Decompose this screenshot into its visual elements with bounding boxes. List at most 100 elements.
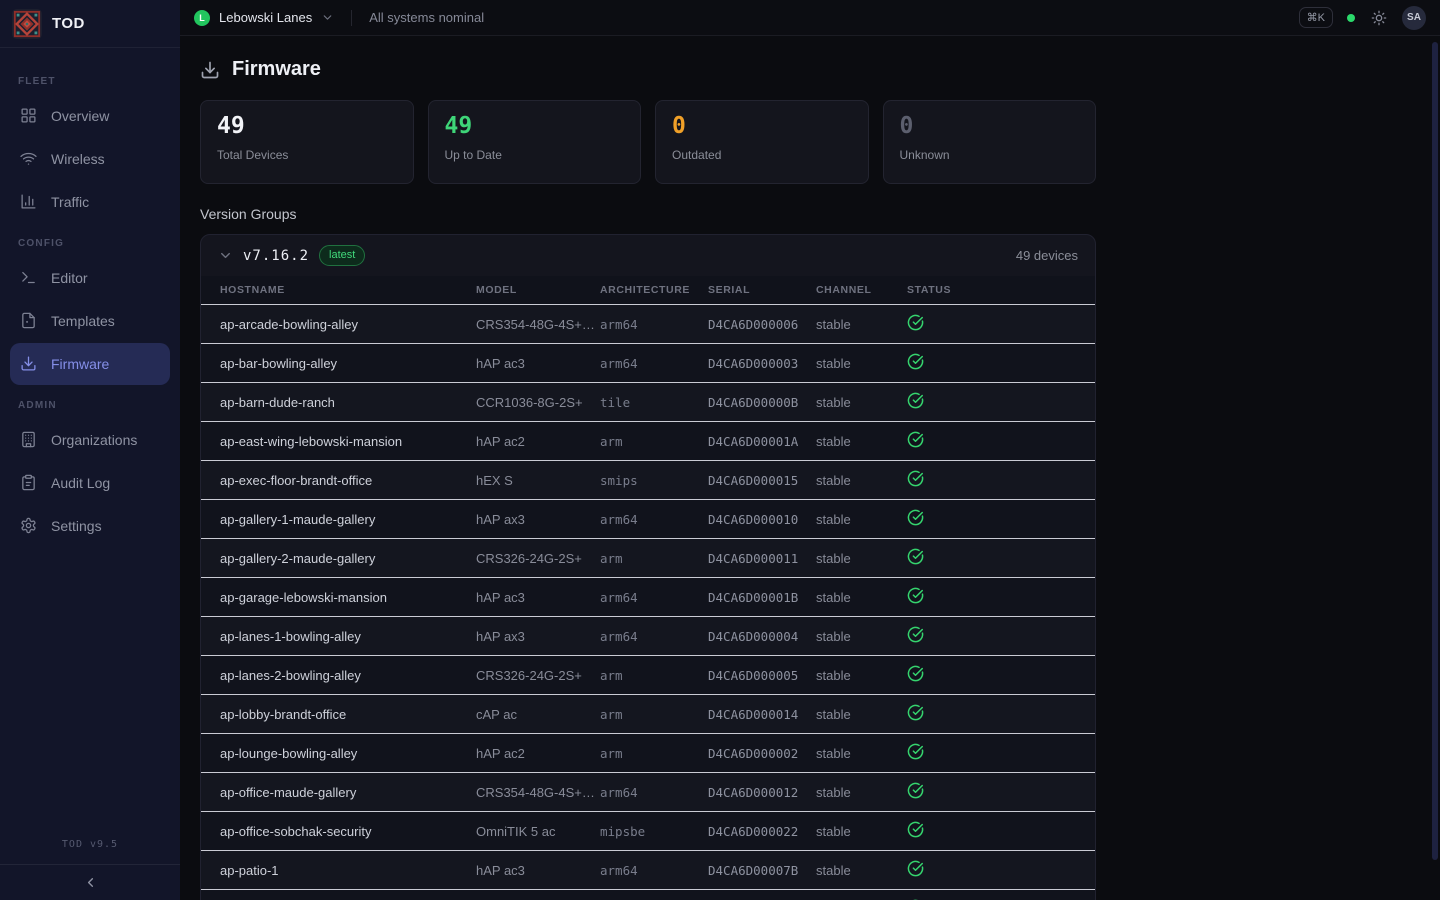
cell-model: CRS326-24G-2S+: [476, 539, 600, 578]
cell-model: hAP ac3: [476, 344, 600, 383]
table-row[interactable]: ap-garage-lebowski-mansionhAP ac3arm64D4…: [201, 578, 1095, 617]
cell-serial: D4CA6D00001A: [708, 422, 816, 461]
nav-section-label-admin: ADMIN: [10, 386, 170, 419]
table-row[interactable]: ap-office-sobchak-securityOmniTIK 5 acmi…: [201, 812, 1095, 851]
column-header-model: MODEL: [476, 276, 600, 305]
cell-model: CRS326-24G-2S+: [476, 656, 600, 695]
topbar: L Lebowski Lanes All systems nominal ⌘K …: [180, 0, 1440, 36]
sidebar-item-label: Editor: [51, 270, 88, 286]
cell-hostname: ap-barn-dude-ranch: [201, 383, 476, 422]
sidebar-item-label: Organizations: [51, 432, 137, 448]
cell-architecture: arm64: [600, 851, 708, 890]
cell-hostname: ap-bar-bowling-alley: [201, 344, 476, 383]
cell-serial: D4CA6D000012: [708, 773, 816, 812]
cell-serial: D4CA6D00007B: [708, 851, 816, 890]
cell-status: [907, 500, 1095, 539]
cell-channel: stable: [816, 851, 907, 890]
rug-logo-icon: [12, 9, 42, 39]
table-row[interactable]: ap-lanes-1-bowling-alleyhAP ax3arm64D4CA…: [201, 617, 1095, 656]
status-ok-icon: [907, 587, 924, 604]
nav-section-label-fleet: FLEET: [10, 62, 170, 95]
cell-channel: stable: [816, 422, 907, 461]
sidebar-item-traffic[interactable]: Traffic: [10, 181, 170, 223]
cell-channel: stable: [816, 695, 907, 734]
cell-serial: D4CA6D000003: [708, 344, 816, 383]
table-row[interactable]: ap-patio-2hAP ax3arm64D4CA6D00007Cstable: [201, 890, 1095, 900]
cell-model: hAP ac3: [476, 578, 600, 617]
sidebar-item-settings[interactable]: Settings: [10, 505, 170, 547]
cell-architecture: mipsbe: [600, 812, 708, 851]
table-row[interactable]: ap-lanes-2-bowling-alleyCRS326-24G-2S+ar…: [201, 656, 1095, 695]
cell-architecture: arm64: [600, 344, 708, 383]
cell-serial: D4CA6D000004: [708, 617, 816, 656]
sidebar-item-templates[interactable]: Templates: [10, 300, 170, 342]
status-ok-icon: [907, 665, 924, 682]
table-row[interactable]: ap-barn-dude-ranchCCR1036-8G-2S+tileD4CA…: [201, 383, 1095, 422]
org-selector[interactable]: Lebowski Lanes: [219, 10, 312, 25]
cell-hostname: ap-gallery-2-maude-gallery: [201, 539, 476, 578]
file-icon: [20, 312, 38, 330]
sidebar-item-overview[interactable]: Overview: [10, 95, 170, 137]
table-row[interactable]: ap-lounge-bowling-alleyhAP ac2armD4CA6D0…: [201, 734, 1095, 773]
version-label: v7.16.2: [243, 248, 309, 264]
sidebar-item-audit-log[interactable]: Audit Log: [10, 462, 170, 504]
sidebar-collapse-button[interactable]: [0, 864, 180, 900]
cell-channel: stable: [816, 500, 907, 539]
table-header-row: HOSTNAMEMODELARCHITECTURESERIALCHANNELST…: [201, 276, 1095, 305]
sidebar-item-firmware[interactable]: Firmware: [10, 343, 170, 385]
page-header: Firmware: [200, 58, 1096, 81]
cell-channel: stable: [816, 773, 907, 812]
cell-model: OmniTIK 5 ac: [476, 812, 600, 851]
user-avatar[interactable]: SA: [1402, 6, 1426, 30]
table-row[interactable]: ap-gallery-2-maude-galleryCRS326-24G-2S+…: [201, 539, 1095, 578]
sidebar-item-label: Templates: [51, 313, 115, 329]
app-logo-row: TOD: [0, 0, 180, 48]
table-row[interactable]: ap-exec-floor-brandt-officehEX SsmipsD4C…: [201, 461, 1095, 500]
cell-serial: D4CA6D000015: [708, 461, 816, 500]
table-row[interactable]: ap-bar-bowling-alleyhAP ac3arm64D4CA6D00…: [201, 344, 1095, 383]
sidebar-item-editor[interactable]: Editor: [10, 257, 170, 299]
cell-architecture: arm64: [600, 617, 708, 656]
cell-status: [907, 461, 1095, 500]
cell-status: [907, 656, 1095, 695]
cell-status: [907, 344, 1095, 383]
cell-channel: stable: [816, 383, 907, 422]
cell-model: CCR1036-8G-2S+: [476, 383, 600, 422]
stat-value: 49: [217, 114, 397, 139]
cell-channel: stable: [816, 812, 907, 851]
theme-toggle-button[interactable]: [1369, 8, 1389, 28]
cell-architecture: tile: [600, 383, 708, 422]
cell-status: [907, 305, 1095, 344]
table-row[interactable]: ap-lobby-brandt-officecAP acarmD4CA6D000…: [201, 695, 1095, 734]
cell-serial: D4CA6D000002: [708, 734, 816, 773]
wifi-icon: [20, 150, 38, 168]
table-row[interactable]: ap-east-wing-lebowski-mansionhAP ac2armD…: [201, 422, 1095, 461]
cell-hostname: ap-patio-1: [201, 851, 476, 890]
table-row[interactable]: ap-office-maude-galleryCRS354-48G-4S+…ar…: [201, 773, 1095, 812]
scrollbar-thumb[interactable]: [1432, 42, 1438, 860]
status-ok-icon: [907, 548, 924, 565]
version-group-header[interactable]: v7.16.2 latest 49 devices: [201, 235, 1095, 276]
table-row[interactable]: ap-gallery-1-maude-galleryhAP ax3arm64D4…: [201, 500, 1095, 539]
page-title: Firmware: [232, 58, 321, 81]
status-ok-icon: [907, 392, 924, 409]
cell-channel: stable: [816, 305, 907, 344]
cell-serial: D4CA6D000006: [708, 305, 816, 344]
chevron-down-icon[interactable]: [321, 11, 334, 24]
sidebar-item-wireless[interactable]: Wireless: [10, 138, 170, 180]
sidebar-item-organizations[interactable]: Organizations: [10, 419, 170, 461]
cell-channel: stable: [816, 734, 907, 773]
cell-serial: D4CA6D00007C: [708, 890, 816, 900]
cell-channel: stable: [816, 890, 907, 900]
cell-hostname: ap-office-sobchak-security: [201, 812, 476, 851]
cell-channel: stable: [816, 578, 907, 617]
health-indicator-dot: [1347, 14, 1355, 22]
table-row[interactable]: ap-arcade-bowling-alleyCRS354-48G-4S+…ar…: [201, 305, 1095, 344]
chevron-down-icon[interactable]: [218, 248, 233, 263]
table-row[interactable]: ap-patio-1hAP ac3arm64D4CA6D00007Bstable: [201, 851, 1095, 890]
app-version-label: TOD v9.5: [0, 829, 180, 864]
command-palette-shortcut[interactable]: ⌘K: [1299, 7, 1333, 28]
cell-hostname: ap-east-wing-lebowski-mansion: [201, 422, 476, 461]
download-icon: [20, 355, 38, 373]
status-ok-icon: [907, 626, 924, 643]
